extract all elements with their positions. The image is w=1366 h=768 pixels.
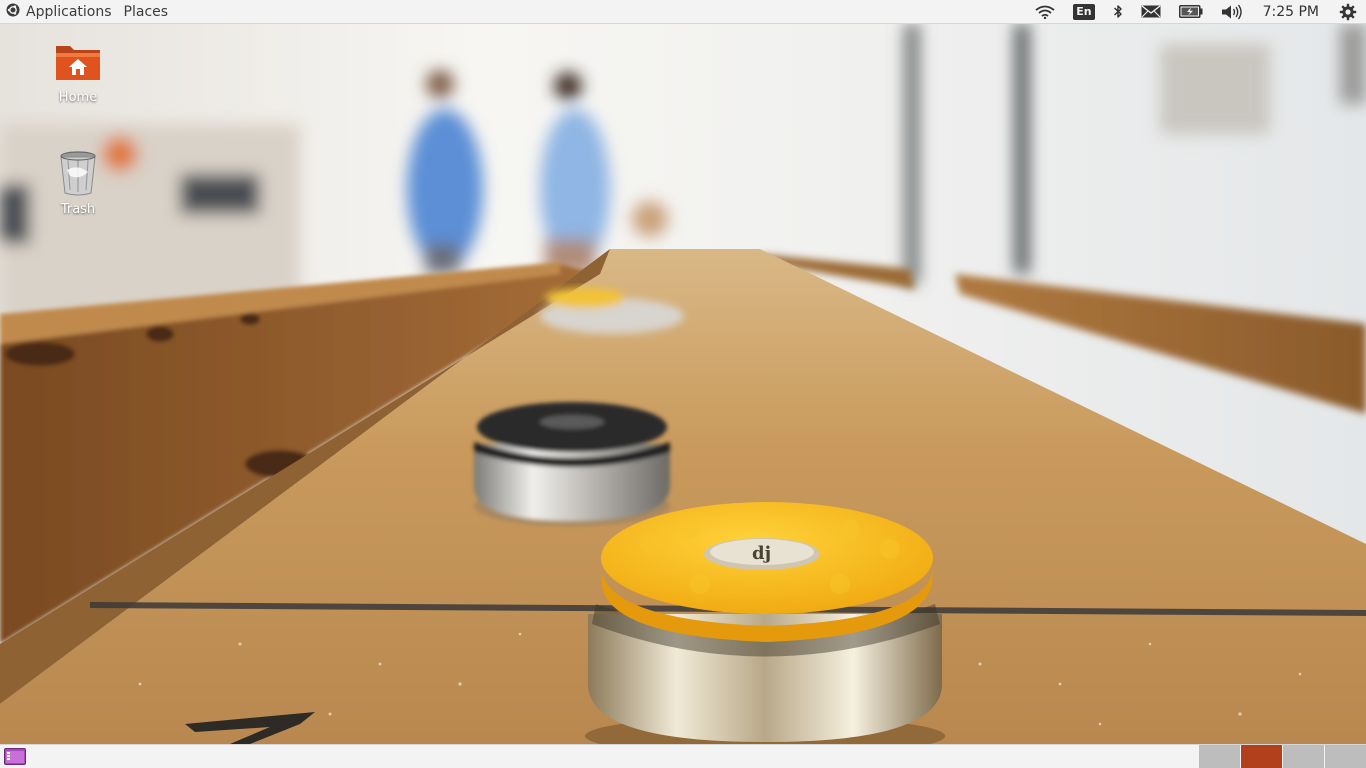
clock[interactable]: 7:25 PM	[1252, 0, 1330, 23]
bluetooth-indicator[interactable]	[1104, 0, 1132, 23]
session-menu[interactable]	[1330, 0, 1366, 23]
workspace-1[interactable]	[1198, 745, 1240, 768]
desktop-icon-trash-label: Trash	[60, 202, 96, 217]
workspace-2[interactable]	[1240, 745, 1282, 768]
home-folder-icon	[30, 40, 126, 88]
menu-bar: Applications Places	[0, 0, 174, 23]
wifi-icon	[1035, 5, 1055, 19]
top-panel: Applications Places En 7:25 PM	[0, 0, 1366, 24]
bluetooth-icon	[1113, 4, 1123, 19]
bottom-panel	[0, 744, 1366, 768]
gear-icon	[1339, 3, 1357, 21]
envelope-icon	[1141, 5, 1161, 18]
workspace-3[interactable]	[1282, 745, 1324, 768]
keyboard-layout-indicator[interactable]: En	[1064, 0, 1103, 23]
desktop-wallpaper: dj	[0, 24, 1366, 744]
battery-charging-icon	[1178, 5, 1203, 18]
indicator-tray: En 7:25 PM	[1026, 0, 1366, 23]
desktop-icon-home[interactable]: Home	[30, 40, 126, 105]
sound-indicator[interactable]	[1212, 0, 1252, 23]
workspace-switcher	[1198, 745, 1366, 768]
show-desktop-icon	[4, 748, 26, 768]
clock-label: 7:25 PM	[1262, 3, 1319, 20]
places-menu[interactable]: Places	[118, 0, 175, 23]
desktop-icon-home-label: Home	[58, 90, 98, 105]
trash-icon	[30, 150, 126, 200]
workspace-4[interactable]	[1324, 745, 1366, 768]
desktop-icon-trash[interactable]: Trash	[30, 150, 126, 217]
svg-text:dj: dj	[752, 543, 771, 564]
speaker-icon	[1221, 4, 1243, 20]
ubuntu-logo-icon	[6, 3, 20, 21]
messages-indicator[interactable]	[1132, 0, 1170, 23]
places-menu-label: Places	[123, 3, 169, 20]
keyboard-layout-label: En	[1073, 3, 1095, 20]
applications-menu[interactable]: Applications	[0, 0, 118, 23]
applications-menu-label: Applications	[26, 3, 112, 20]
network-indicator[interactable]	[1026, 0, 1064, 23]
show-desktop-button[interactable]	[4, 748, 26, 765]
battery-indicator[interactable]	[1170, 0, 1212, 23]
